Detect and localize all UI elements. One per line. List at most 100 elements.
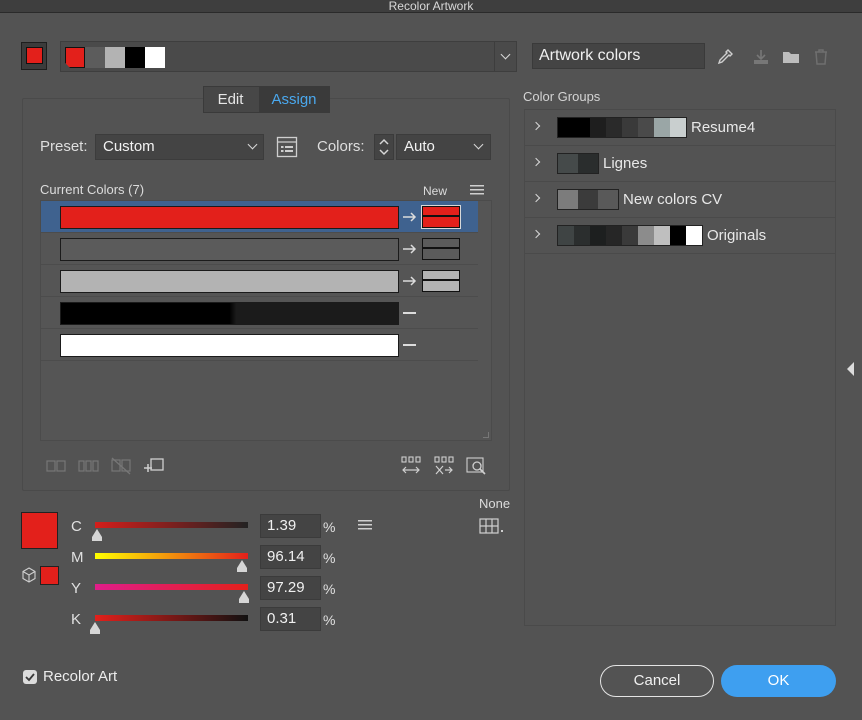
colors-stepper[interactable] bbox=[374, 134, 394, 160]
value-field-m[interactable]: 96.14 bbox=[260, 545, 321, 569]
slider-track-c[interactable] bbox=[95, 522, 248, 528]
value-field-c[interactable]: 1.39 bbox=[260, 514, 321, 538]
group-swatch bbox=[638, 226, 654, 245]
percent-label: % bbox=[323, 550, 336, 566]
current-color-bar[interactable] bbox=[60, 334, 399, 357]
recolor-art-label[interactable]: Recolor Art bbox=[43, 668, 117, 685]
resize-grip-icon[interactable] bbox=[483, 432, 489, 438]
trash-icon[interactable] bbox=[811, 47, 831, 67]
slider-track-m[interactable] bbox=[95, 553, 248, 559]
group-swatch bbox=[558, 154, 578, 173]
current-color-swatch[interactable] bbox=[21, 512, 58, 549]
color-group-strip[interactable] bbox=[60, 41, 517, 72]
value-field-k[interactable]: 0.31 bbox=[260, 607, 321, 631]
arrow-right-icon[interactable] bbox=[402, 274, 420, 288]
tab-assign[interactable]: Assign bbox=[259, 87, 329, 112]
mode-tabs: Edit Assign bbox=[203, 86, 330, 113]
recolor-art-checkbox[interactable] bbox=[23, 670, 37, 684]
strip-swatch-selected bbox=[65, 47, 85, 68]
current-color-bar[interactable] bbox=[60, 206, 399, 229]
chevron-right-icon[interactable] bbox=[531, 121, 541, 131]
cmyk-label-m: M bbox=[71, 549, 84, 566]
chevron-right-icon[interactable] bbox=[531, 157, 541, 167]
chevron-right-icon[interactable] bbox=[531, 193, 541, 203]
arrow-right-icon[interactable] bbox=[402, 210, 420, 224]
exclude-colors-icon[interactable] bbox=[110, 456, 132, 476]
none-label: None bbox=[479, 496, 511, 511]
group-swatch bbox=[598, 190, 618, 209]
preset-options-icon[interactable] bbox=[276, 135, 298, 159]
current-color-bar[interactable] bbox=[60, 238, 399, 261]
group-swatch bbox=[574, 118, 590, 137]
folder-icon[interactable] bbox=[781, 47, 801, 67]
group-swatch bbox=[606, 118, 622, 137]
group-swatch bbox=[558, 118, 574, 137]
arrow-right-icon[interactable] bbox=[402, 242, 420, 256]
slider-thumb-c[interactable] bbox=[92, 529, 103, 541]
slider-track-y[interactable] bbox=[95, 584, 248, 590]
color-row[interactable] bbox=[41, 297, 478, 329]
color-row[interactable] bbox=[41, 329, 478, 361]
color-groups-panel: Resume4 Lignes New colors CV Originals bbox=[524, 109, 836, 626]
randomly-change-saturation-icon[interactable] bbox=[433, 455, 455, 477]
color-mode-menu-icon[interactable] bbox=[357, 519, 373, 531]
eyedropper-icon[interactable] bbox=[715, 47, 735, 67]
table-menu-icon[interactable] bbox=[469, 184, 485, 196]
new-colors-header: New bbox=[423, 184, 448, 198]
strip-dropdown-button[interactable] bbox=[494, 42, 516, 71]
new-row-icon[interactable] bbox=[143, 456, 165, 476]
colors-label: Colors: bbox=[317, 138, 365, 155]
gamut-color-swatch[interactable] bbox=[40, 566, 59, 585]
color-group-row[interactable]: Lignes bbox=[525, 146, 835, 182]
preset-select[interactable]: Custom bbox=[95, 134, 264, 160]
randomly-change-order-icon[interactable] bbox=[400, 455, 422, 477]
current-color-bar[interactable] bbox=[60, 302, 399, 325]
find-colors-icon[interactable] bbox=[465, 455, 487, 477]
out-of-gamut-cube-icon[interactable] bbox=[21, 567, 37, 583]
group-swatch bbox=[638, 118, 654, 137]
slider-thumb-k[interactable] bbox=[90, 622, 101, 634]
slider-track-k[interactable] bbox=[95, 615, 248, 621]
chevron-down-icon bbox=[473, 139, 484, 150]
new-color-divider bbox=[423, 215, 459, 217]
slider-thumb-m[interactable] bbox=[237, 560, 248, 572]
color-row[interactable] bbox=[41, 233, 478, 265]
active-color-swatch[interactable] bbox=[21, 42, 47, 70]
new-color-divider bbox=[423, 279, 459, 281]
save-group-icon[interactable] bbox=[751, 47, 771, 67]
group-swatch bbox=[558, 226, 574, 245]
ok-button[interactable]: OK bbox=[721, 665, 836, 697]
merge-colors-icon[interactable] bbox=[46, 458, 66, 474]
color-group-row[interactable]: New colors CV bbox=[525, 182, 835, 218]
group-swatch bbox=[558, 190, 578, 209]
color-group-row[interactable]: Originals bbox=[525, 218, 835, 254]
separate-colors-icon[interactable] bbox=[78, 458, 100, 474]
chevron-right-icon[interactable] bbox=[531, 229, 541, 239]
new-color-swatch[interactable] bbox=[422, 238, 460, 260]
color-row[interactable] bbox=[41, 201, 478, 233]
group-swatch bbox=[686, 226, 702, 245]
value-field-y[interactable]: 97.29 bbox=[260, 576, 321, 600]
group-swatch bbox=[578, 154, 598, 173]
current-color-bar[interactable] bbox=[60, 270, 399, 293]
new-color-swatch[interactable] bbox=[422, 270, 460, 292]
color-group-row[interactable]: Resume4 bbox=[525, 110, 835, 146]
color-group-name: Resume4 bbox=[691, 119, 756, 136]
strip-swatch bbox=[145, 47, 165, 68]
new-color-divider bbox=[423, 247, 459, 249]
group-name-field[interactable]: Artwork colors bbox=[532, 43, 705, 69]
collapse-panel-arrow-icon[interactable] bbox=[846, 361, 856, 377]
window-title: Recolor Artwork bbox=[0, 0, 862, 13]
color-group-name: Lignes bbox=[603, 155, 648, 172]
chevron-down-icon bbox=[500, 49, 511, 60]
new-color-swatch[interactable] bbox=[421, 205, 461, 229]
group-swatch bbox=[670, 226, 686, 245]
cmyk-label-c: C bbox=[71, 518, 82, 535]
colors-select[interactable]: Auto bbox=[396, 134, 491, 160]
slider-thumb-y[interactable] bbox=[238, 591, 249, 603]
colors-value: Auto bbox=[404, 138, 435, 155]
tab-edit[interactable]: Edit bbox=[204, 87, 257, 112]
cancel-button[interactable]: Cancel bbox=[600, 665, 714, 697]
color-row[interactable] bbox=[41, 265, 478, 297]
color-library-icon[interactable] bbox=[479, 517, 505, 535]
